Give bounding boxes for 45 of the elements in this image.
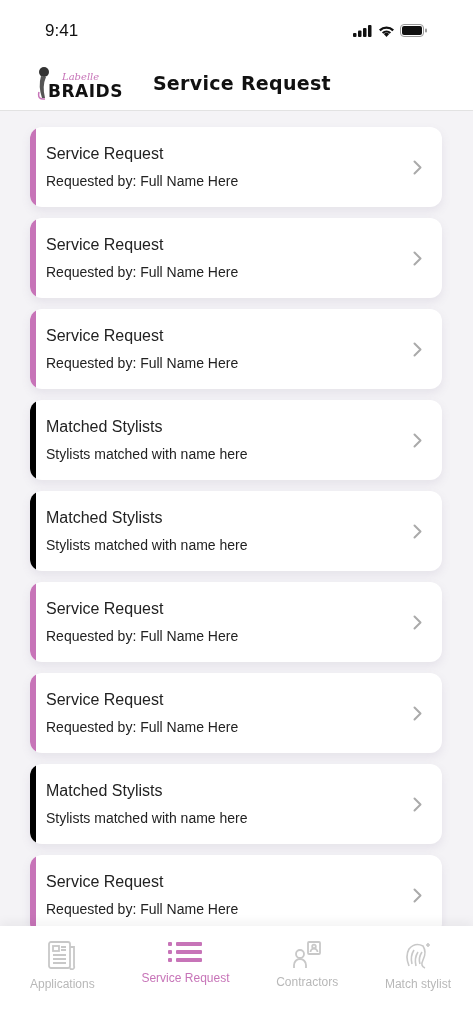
chevron-icon	[413, 796, 422, 812]
card-title: Service Request	[46, 873, 165, 891]
document-icon	[47, 940, 78, 970]
card-title: Service Request	[46, 236, 165, 254]
card-title: Service Request	[46, 691, 165, 709]
card-subtitle: Stylists matched with name here	[46, 810, 249, 826]
list-card[interactable]: Service Request Requested by: Full Name Here	[30, 309, 442, 389]
card-title: Service Request	[46, 327, 165, 345]
card-subtitle: Requested by: Full Name Here	[46, 628, 240, 644]
card-title: Matched Stylists	[46, 418, 164, 436]
card-subtitle: Requested by: Full Name Here	[46, 264, 240, 280]
card-title: Matched Stylists	[46, 509, 164, 527]
chevron-icon	[413, 159, 422, 175]
chevron-icon	[413, 614, 422, 630]
card-subtitle: Requested by: Full Name Here	[46, 173, 240, 189]
logo: Labelle BRAIDS	[36, 65, 123, 100]
card-title: Matched Stylists	[46, 782, 164, 800]
card-subtitle: Stylists matched with name here	[46, 446, 249, 462]
list-card[interactable]: Service Request Requested by: Full Name Here	[30, 673, 442, 753]
list-card[interactable]: Service Request Requested by: Full Name Here	[30, 582, 442, 662]
list-card[interactable]: Matched Stylists Stylists matched with name here	[30, 491, 442, 571]
card-subtitle: Requested by: Full Name Here	[46, 901, 240, 917]
wifi-icon	[378, 24, 395, 37]
list-card[interactable]: Service Request Requested by: Full Name Here	[30, 855, 442, 926]
list-card[interactable]: Service Request Requested by: Full Name Here	[30, 218, 442, 298]
list-icon	[168, 940, 203, 964]
battery-icon	[400, 24, 427, 37]
chevron-icon	[413, 523, 422, 539]
card-subtitle: Stylists matched with name here	[46, 537, 249, 553]
card-subtitle: Requested by: Full Name Here	[46, 355, 240, 371]
list-card[interactable]: Matched Stylists Stylists matched with name here	[30, 764, 442, 844]
card-title: Service Request	[46, 600, 165, 618]
card-subtitle: Requested by: Full Name Here	[46, 719, 240, 735]
person-card-icon	[292, 940, 323, 968]
chevron-icon	[413, 341, 422, 357]
page-title: Service Request	[152, 71, 331, 94]
signal-icon	[353, 24, 373, 37]
chevron-icon	[413, 887, 422, 903]
card-title: Service Request	[46, 145, 165, 163]
list-card[interactable]: Service Request Requested by: Full Name Here	[30, 127, 442, 207]
list-card[interactable]: Matched Stylists Stylists matched with name here	[30, 400, 442, 480]
status-time: 9:41	[45, 20, 79, 41]
chevron-icon	[413, 250, 422, 266]
chevron-icon	[413, 705, 422, 721]
chevron-icon	[413, 432, 422, 448]
